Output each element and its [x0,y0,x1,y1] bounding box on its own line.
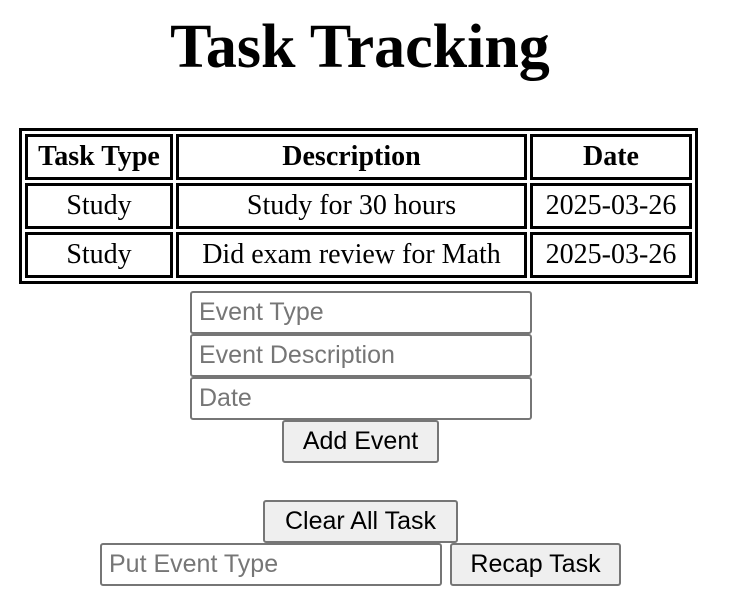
event-description-input[interactable] [190,334,532,377]
page-title: Task Tracking [170,13,550,81]
column-header-date: Date [530,134,692,180]
column-header-task-type: Task Type [25,134,173,180]
task-table: Task Type Description Date Study Study f… [19,128,698,284]
add-event-button[interactable]: Add Event [282,420,439,463]
cell-task-type: Study [25,232,173,278]
cell-description: Study for 30 hours [176,183,527,229]
event-type-input[interactable] [190,291,532,334]
cell-date: 2025-03-26 [530,232,692,278]
table-row: Study Study for 30 hours 2025-03-26 [25,183,692,229]
cell-description: Did exam review for Math [176,232,527,278]
date-input[interactable] [190,377,532,420]
table-row: Study Did exam review for Math 2025-03-2… [25,232,692,278]
recap-task-button[interactable]: Recap Task [450,543,621,586]
clear-all-task-button[interactable]: Clear All Task [263,500,458,543]
cell-date: 2025-03-26 [530,183,692,229]
recap-event-type-input[interactable] [100,543,442,586]
cell-task-type: Study [25,183,173,229]
table-header-row: Task Type Description Date [25,134,692,180]
column-header-description: Description [176,134,527,180]
